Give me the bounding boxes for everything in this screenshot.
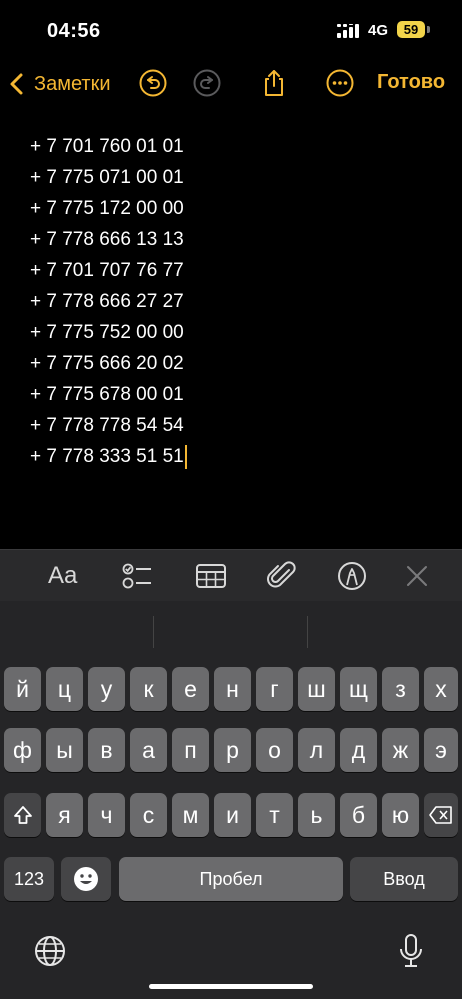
note-body[interactable]: + 7 701 760 01 01 + 7 775 071 00 01 + 7 … <box>30 134 430 475</box>
keyboard: й ц у к е н г ш щ з х ф ы в а п р о л д … <box>0 601 462 999</box>
numbers-key[interactable]: 123 <box>4 857 54 901</box>
undo-icon[interactable] <box>138 68 168 98</box>
key[interactable]: й <box>4 667 41 711</box>
note-line: + 7 701 760 01 01 <box>30 136 184 157</box>
table-icon[interactable] <box>195 560 227 592</box>
note-line: + 7 778 666 13 13 <box>30 229 184 250</box>
suggestion-divider <box>153 616 154 648</box>
note-line: + 7 775 172 00 00 <box>30 198 184 219</box>
key[interactable]: щ <box>340 667 377 711</box>
delete-key[interactable] <box>424 793 458 837</box>
battery-level: 59 <box>397 21 425 38</box>
note-line: + 7 701 707 76 77 <box>30 260 184 281</box>
microphone-icon[interactable] <box>398 933 424 969</box>
shift-key[interactable] <box>4 793 41 837</box>
back-label: Заметки <box>34 72 111 95</box>
key[interactable]: ш <box>298 667 335 711</box>
share-icon[interactable] <box>259 68 289 98</box>
back-button[interactable]: Заметки <box>8 69 111 99</box>
more-icon[interactable] <box>325 68 355 98</box>
note-line: + 7 775 071 00 01 <box>30 167 184 188</box>
network-type: 4G <box>368 22 389 39</box>
return-key[interactable]: Ввод <box>350 857 458 901</box>
navigation-bar: Заметки Готово <box>0 62 462 106</box>
text-caret <box>184 444 187 469</box>
note-line: + 7 775 678 00 01 <box>30 384 184 405</box>
paperclip-icon[interactable] <box>266 560 298 592</box>
chevron-left-icon <box>10 73 23 95</box>
key[interactable]: н <box>214 667 251 711</box>
key[interactable]: т <box>256 793 293 837</box>
close-icon[interactable] <box>403 560 431 592</box>
key[interactable]: к <box>130 667 167 711</box>
backspace-icon <box>429 806 452 824</box>
done-button[interactable]: Готово <box>377 71 445 94</box>
key[interactable]: ж <box>382 728 419 772</box>
battery-cap-icon <box>427 26 430 33</box>
emoji-key[interactable] <box>61 857 111 901</box>
key[interactable]: м <box>172 793 209 837</box>
note-line: + 7 778 778 54 54 <box>30 415 184 436</box>
key[interactable]: у <box>88 667 125 711</box>
key[interactable]: а <box>130 728 167 772</box>
key[interactable]: ю <box>382 793 419 837</box>
suggestion-divider <box>307 616 308 648</box>
key[interactable]: г <box>256 667 293 711</box>
key[interactable]: р <box>214 728 251 772</box>
key[interactable]: и <box>214 793 251 837</box>
key[interactable]: х <box>424 667 458 711</box>
note-line-text: + 7 778 333 51 51 <box>30 446 184 467</box>
emoji-icon <box>74 867 98 891</box>
key[interactable]: о <box>256 728 293 772</box>
key[interactable]: я <box>46 793 83 837</box>
shift-icon <box>13 806 32 824</box>
home-indicator[interactable] <box>149 984 313 989</box>
suggestion-bar <box>0 601 462 661</box>
status-time: 04:56 <box>47 20 101 42</box>
key[interactable]: д <box>340 728 377 772</box>
note-line: + 7 775 752 00 00 <box>30 322 184 343</box>
key[interactable]: в <box>88 728 125 772</box>
key[interactable]: ц <box>46 667 83 711</box>
markup-pen-icon[interactable] <box>336 560 368 592</box>
key[interactable]: б <box>340 793 377 837</box>
formatting-toolbar: Aa <box>0 549 462 602</box>
key[interactable]: ы <box>46 728 83 772</box>
key[interactable]: ч <box>88 793 125 837</box>
key[interactable]: с <box>130 793 167 837</box>
key[interactable]: ь <box>298 793 335 837</box>
note-line-last: + 7 778 333 51 51 <box>30 444 430 475</box>
key[interactable]: ф <box>4 728 41 772</box>
redo-icon[interactable] <box>192 68 222 98</box>
key[interactable]: з <box>382 667 419 711</box>
checklist-icon[interactable] <box>121 560 153 592</box>
globe-icon[interactable] <box>34 935 66 967</box>
space-key[interactable]: Пробел <box>119 857 343 901</box>
format-text-button[interactable]: Aa <box>48 562 77 594</box>
note-line: + 7 778 666 27 27 <box>30 291 184 312</box>
key[interactable]: э <box>424 728 458 772</box>
key[interactable]: л <box>298 728 335 772</box>
key[interactable]: п <box>172 728 209 772</box>
note-line: + 7 775 666 20 02 <box>30 353 184 374</box>
status-bar: 04:56 4G 59 <box>0 0 462 62</box>
cellular-signal-icon <box>337 24 359 38</box>
key[interactable]: е <box>172 667 209 711</box>
